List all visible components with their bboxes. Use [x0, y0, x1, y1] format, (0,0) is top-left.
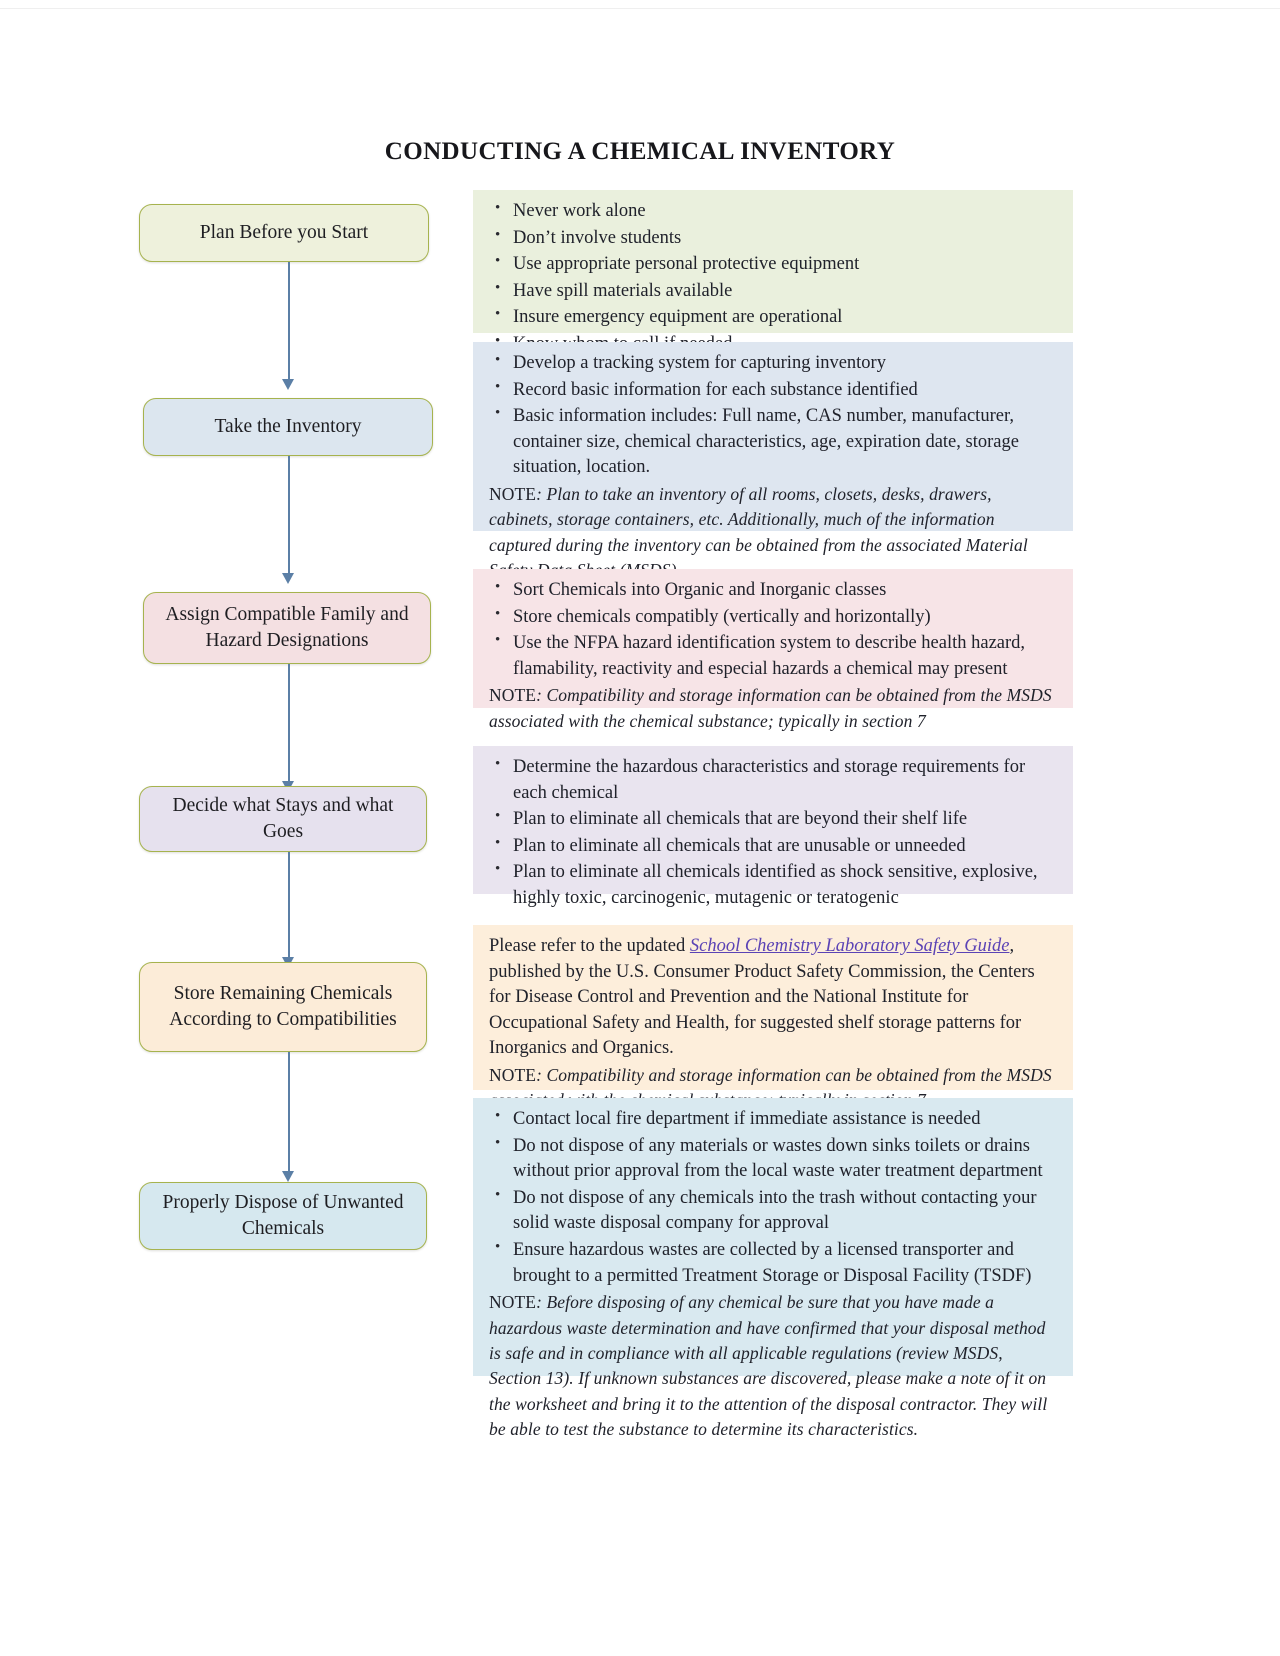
note-label: NOTE: [489, 1292, 537, 1313]
list-item: Ensure hazardous wastes are collected by…: [489, 1237, 1059, 1289]
flow-node-compatible-family[interactable]: Assign Compatible Family and Hazard Desi…: [143, 592, 431, 664]
list-item: Use appropriate personal protective equi…: [489, 251, 1059, 278]
flow-node-store-remaining[interactable]: Store Remaining Chemicals According to C…: [139, 962, 427, 1052]
flow-node-label: Properly Dispose of Unwanted Chemicals: [162, 1192, 404, 1239]
panel-inventory: Develop a tracking system for capturing …: [473, 342, 1073, 580]
list-item: Sort Chemicals into Organic and Inorgani…: [489, 577, 1059, 604]
panel-dispose: Contact local fire department if immedia…: [473, 1098, 1073, 1439]
list-item: Do not dispose of any chemicals into the…: [489, 1185, 1059, 1237]
list-item: Determine the hazardous characteristics …: [489, 754, 1059, 806]
bullet-list: Determine the hazardous characteristics …: [489, 754, 1059, 912]
panel-compatible-family: Sort Chemicals into Organic and Inorgani…: [473, 569, 1073, 731]
para-before: Please refer to the updated: [489, 936, 690, 956]
flow-node-inventory[interactable]: Take the Inventory: [143, 398, 433, 456]
document-page: CONDUCTING A CHEMICAL INVENTORY Plan Bef…: [0, 0, 1280, 1656]
arrowhead-5: [282, 1171, 294, 1182]
panel-plan: Never work alone Don’t involve students …: [473, 190, 1073, 354]
store-paragraph: Please refer to the updated School Chemi…: [489, 934, 1059, 1062]
note-label: NOTE: [489, 685, 537, 706]
note-text: : Plan to take an inventory of all rooms…: [489, 484, 1028, 580]
list-item: Do not dispose of any materials or waste…: [489, 1133, 1059, 1185]
list-item: Store chemicals compatibly (vertically a…: [489, 604, 1059, 631]
bullet-list: Contact local fire department if immedia…: [489, 1106, 1059, 1289]
note-text: : Compatibility and storage information …: [489, 685, 1052, 731]
list-item: Contact local fire department if immedia…: [489, 1106, 1059, 1133]
list-item: Basic information includes: Full name, C…: [489, 403, 1059, 481]
note-label: NOTE: [489, 484, 537, 505]
connector-3: [288, 664, 290, 782]
flow-node-label: Store Remaining Chemicals According to C…: [169, 983, 397, 1030]
panel-note: NOTE: Before disposing of any chemical b…: [489, 1290, 1059, 1442]
note-label: NOTE: [489, 1065, 537, 1086]
bullet-list: Sort Chemicals into Organic and Inorgani…: [489, 577, 1059, 682]
list-item: Develop a tracking system for capturing …: [489, 350, 1059, 377]
bullet-list: Develop a tracking system for capturing …: [489, 350, 1059, 481]
bullet-list: Never work alone Don’t involve students …: [489, 198, 1059, 358]
flow-node-label: Decide what Stays and what Goes: [172, 795, 394, 842]
page-title: CONDUCTING A CHEMICAL INVENTORY: [384, 138, 896, 165]
arrowhead-1: [282, 379, 294, 390]
page-top-edge: [0, 0, 1280, 9]
flow-node-dispose[interactable]: Properly Dispose of Unwanted Chemicals: [139, 1182, 427, 1250]
flow-node-label: Assign Compatible Family and Hazard Desi…: [165, 604, 409, 651]
safety-guide-link[interactable]: School Chemistry Laboratory Safety Guide: [690, 936, 1010, 956]
flow-node-label: Take the Inventory: [214, 416, 362, 438]
connector-4: [288, 852, 290, 958]
list-item: Plan to eliminate all chemicals that are…: [489, 833, 1059, 860]
connector-5: [288, 1052, 290, 1172]
list-item: Don’t involve students: [489, 225, 1059, 252]
list-item: Insure emergency equipment are operation…: [489, 304, 1059, 331]
panel-store-remaining: Please refer to the updated School Chemi…: [473, 925, 1073, 1110]
note-text: : Before disposing of any chemical be su…: [489, 1292, 1048, 1440]
panel-note: NOTE: Compatibility and storage informat…: [489, 683, 1059, 734]
list-item: Plan to eliminate all chemicals that are…: [489, 806, 1059, 833]
list-item: Never work alone: [489, 198, 1059, 225]
list-item: Plan to eliminate all chemicals identifi…: [489, 859, 1059, 911]
connector-1: [288, 262, 290, 380]
flow-node-decide-stays[interactable]: Decide what Stays and what Goes: [139, 786, 427, 852]
arrowhead-2: [282, 573, 294, 584]
connector-2: [288, 456, 290, 574]
list-item: Have spill materials available: [489, 278, 1059, 305]
list-item: Use the NFPA hazard identification syste…: [489, 630, 1059, 682]
panel-decide-stays: Determine the hazardous characteristics …: [473, 746, 1073, 908]
flow-node-plan[interactable]: Plan Before you Start: [139, 204, 429, 262]
list-item: Record basic information for each substa…: [489, 377, 1059, 404]
flow-node-label: Plan Before you Start: [199, 222, 369, 244]
